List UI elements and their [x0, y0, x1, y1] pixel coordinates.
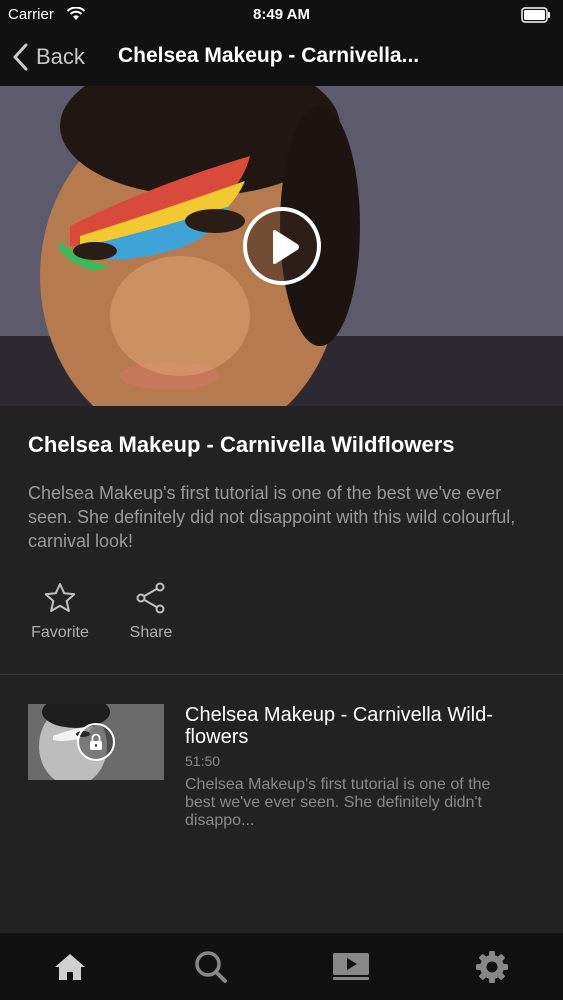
tab-bar [0, 933, 563, 1000]
play-button[interactable] [243, 207, 321, 285]
chevron-left-icon [13, 43, 28, 71]
share-label: Share [129, 624, 173, 641]
status-bar: Carrier 8:49 AM [0, 0, 563, 30]
lock-badge [77, 723, 115, 761]
episode-description: Chelsea Makeup's first tutorial is one o… [185, 776, 491, 829]
share-button[interactable]: Share [126, 582, 176, 642]
home-icon [55, 954, 85, 980]
video-hero-thumbnail[interactable] [0, 86, 563, 406]
tab-search[interactable] [191, 947, 231, 987]
page-title: Chelsea Makeup - Carnivella... [118, 44, 420, 67]
episode-thumbnail [28, 704, 164, 780]
episode-list-item[interactable]: Chelsea Makeup - Carnivella Wild-flowers… [28, 702, 548, 842]
battery-icon [521, 7, 550, 23]
navigation-bar: Back Chelsea Makeup - Carnivella... [0, 30, 563, 86]
video-title: Chelsea Makeup - Carnivella Wildflowers [28, 432, 455, 457]
gear-icon [476, 951, 508, 983]
play-icon [273, 230, 299, 264]
lock-icon [90, 733, 102, 750]
star-icon [44, 583, 76, 612]
video-library-icon [333, 953, 369, 980]
back-button[interactable]: Back [12, 40, 85, 74]
divider [0, 674, 563, 675]
episode-title: Chelsea Makeup - Carnivella Wild-flowers [185, 704, 493, 748]
share-icon [136, 582, 165, 614]
episode-duration: 51:50 [185, 753, 221, 769]
search-icon [195, 951, 227, 983]
video-description: Chelsea Makeup's first tutorial is one o… [28, 483, 516, 551]
favorite-label: Favorite [31, 624, 89, 641]
tab-videos[interactable] [331, 947, 371, 987]
status-time: 8:49 AM [253, 6, 310, 23]
back-label: Back [36, 44, 85, 69]
tab-home[interactable] [50, 947, 90, 987]
tab-settings[interactable] [472, 947, 512, 987]
favorite-button[interactable]: Favorite [28, 582, 92, 642]
